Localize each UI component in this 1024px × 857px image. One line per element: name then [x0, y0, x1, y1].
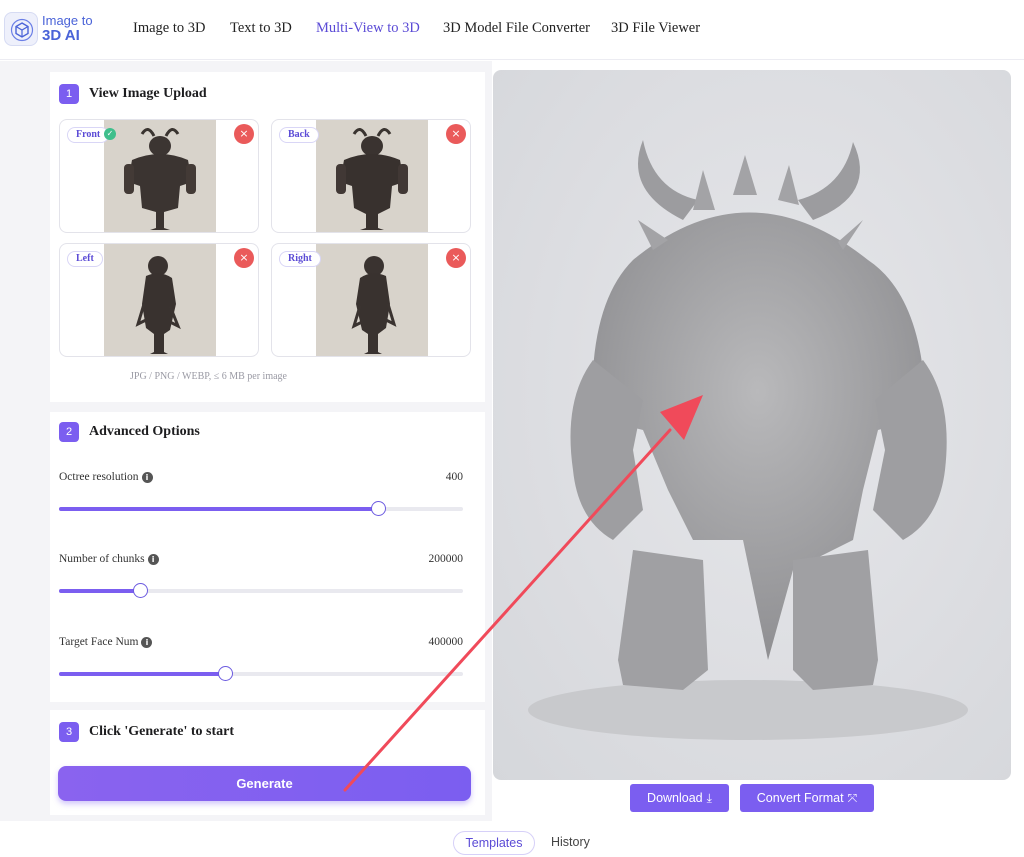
check-icon: ✓ [104, 128, 116, 140]
info-icon[interactable]: i [141, 472, 153, 483]
generate-title: Click 'Generate' to start [89, 724, 235, 739]
back-view-image [316, 120, 428, 232]
delete-back-icon[interactable]: × [446, 124, 466, 144]
step-1-badge: 1 [59, 84, 79, 104]
download-button[interactable]: Download ⤓ [630, 784, 729, 812]
slider-fill [59, 589, 140, 593]
front-view-image [104, 120, 216, 232]
3d-model-render [528, 140, 968, 740]
tab-history[interactable]: History [551, 831, 590, 855]
convert-icon: ⤧ [847, 790, 858, 805]
target-face-num-slider[interactable] [59, 666, 463, 681]
3d-model-viewer[interactable] [493, 70, 1011, 780]
download-icon: ⤓ [706, 790, 712, 805]
info-icon[interactable]: i [147, 554, 159, 565]
right-view-image [316, 244, 428, 356]
nav-text-to-3d[interactable]: Text to 3D [230, 20, 292, 37]
number-of-chunks-label: Number of chunks i [59, 553, 159, 565]
number-of-chunks-slider[interactable] [59, 583, 463, 598]
view-label-left: Left [67, 251, 103, 267]
octree-resolution-label: Octree resolution i [59, 471, 153, 483]
step-3-badge: 3 [59, 722, 79, 742]
delete-front-icon[interactable]: × [234, 124, 254, 144]
brand-logo[interactable]: Image to 3D AI [4, 10, 94, 50]
nav-3d-file-viewer[interactable]: 3D File Viewer [611, 20, 700, 37]
upload-slot-left[interactable]: Left × [59, 243, 259, 357]
slider-fill [59, 672, 225, 676]
target-face-num-label: Target Face Num i [59, 636, 153, 648]
view-label-right: Right [279, 251, 321, 267]
brand-line-2: 3D AI [42, 27, 80, 44]
slider-handle[interactable] [217, 666, 233, 681]
target-face-num-value: 400000 [428, 636, 464, 648]
delete-left-icon[interactable]: × [234, 248, 254, 268]
tab-templates[interactable]: Templates [453, 831, 535, 855]
brand-line-1: Image to [42, 13, 93, 28]
upload-slot-right[interactable]: Right × [271, 243, 471, 357]
view-label-back: Back [279, 127, 319, 143]
top-nav: Image to 3D AI Image to 3D Text to 3D Mu… [0, 0, 1024, 60]
number-of-chunks-value: 200000 [428, 553, 464, 565]
advanced-options-title: Advanced Options [89, 424, 200, 439]
nav-3d-model-file-converter[interactable]: 3D Model File Converter [443, 20, 590, 37]
upload-title: View Image Upload [89, 86, 207, 101]
upload-slot-front[interactable]: Front ✓ × [59, 119, 259, 233]
octree-resolution-slider[interactable] [59, 501, 463, 516]
nav-multi-view-to-3d[interactable]: Multi-View to 3D [316, 20, 420, 37]
upload-format-hint: JPG / PNG / WEBP, ≤ 6 MB per image [130, 371, 287, 382]
octree-resolution-value: 400 [445, 471, 463, 483]
view-label-front: Front [67, 127, 110, 143]
step-2-badge: 2 [59, 422, 79, 442]
nav-image-to-3d[interactable]: Image to 3D [133, 20, 205, 37]
convert-format-button[interactable]: Convert Format ⤧ [740, 784, 874, 812]
slider-handle[interactable] [132, 583, 148, 598]
cube-logo-icon [4, 12, 38, 46]
upload-slot-back[interactable]: Back × [271, 119, 471, 233]
info-icon[interactable]: i [141, 637, 153, 648]
left-view-image [104, 244, 216, 356]
slider-fill [59, 507, 379, 511]
generate-button[interactable]: Generate [58, 766, 471, 801]
delete-right-icon[interactable]: × [446, 248, 466, 268]
